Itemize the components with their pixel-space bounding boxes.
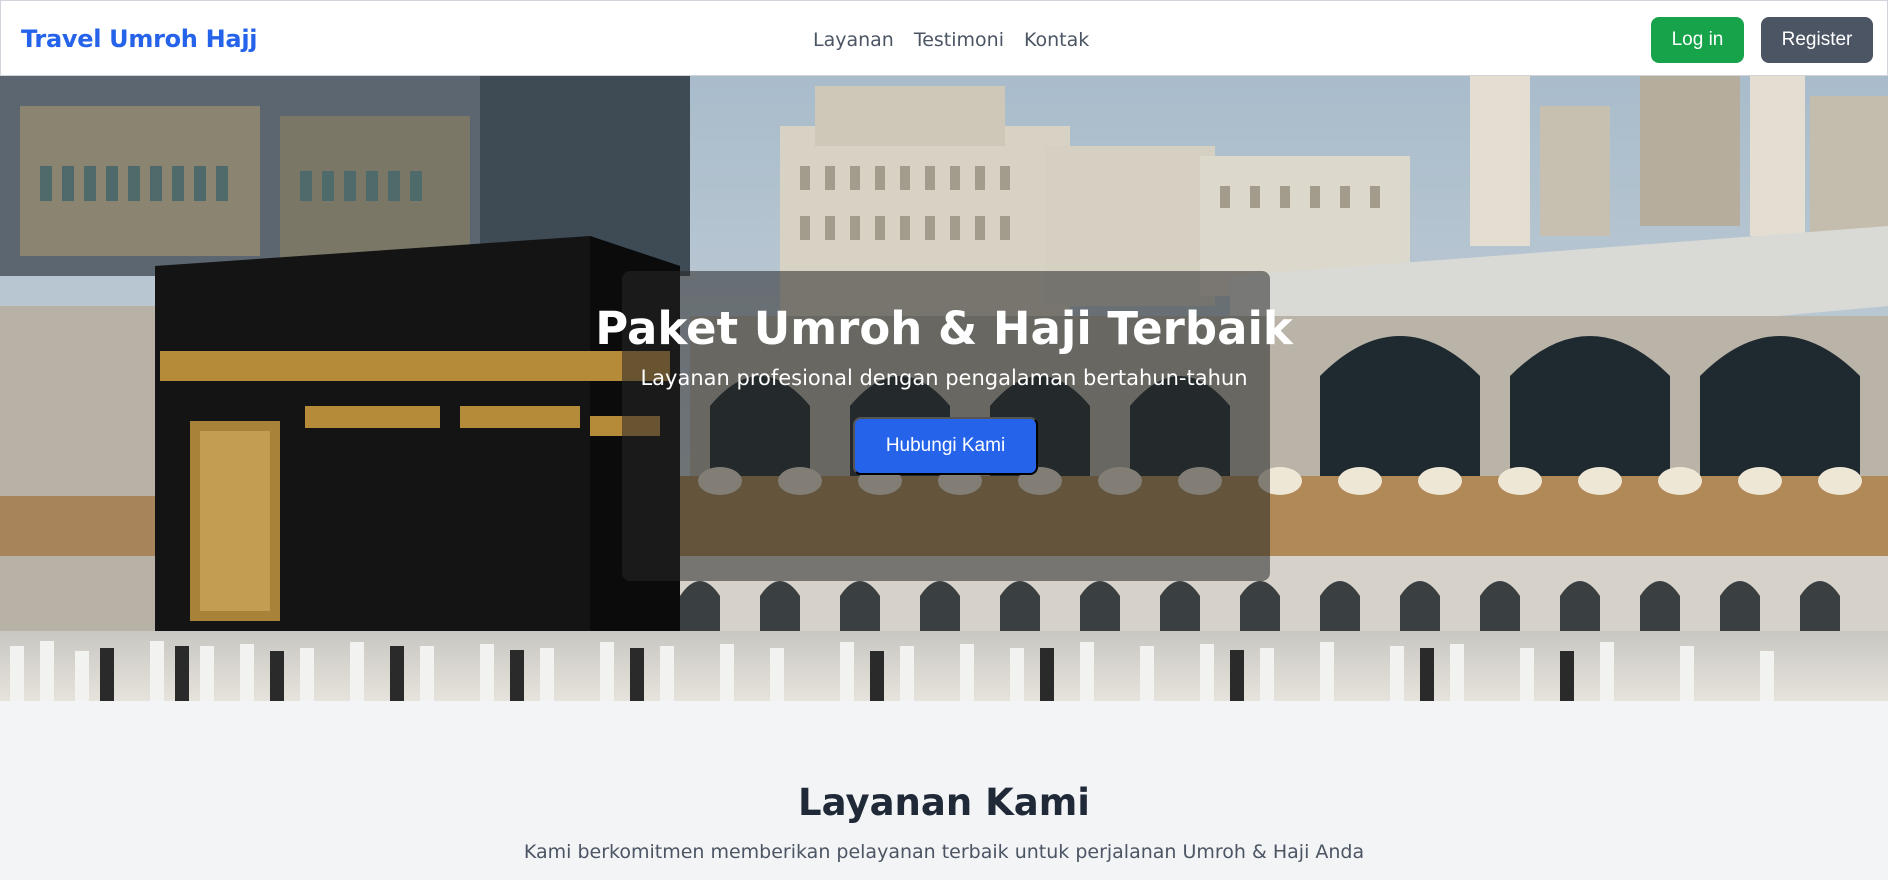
hero-subtitle: Layanan profesional dengan pengalaman be… [640,366,1248,390]
services-title: Layanan Kami [798,781,1090,824]
hero-title: Paket Umroh & Haji Terbaik [595,302,1293,355]
services-section: Layanan Kami Kami berkomitmen memberikan… [0,701,1888,880]
nav-link-layanan[interactable]: Layanan [813,29,894,51]
navbar: Travel Umroh Hajj Layanan Testimoni Kont… [0,0,1888,76]
register-button[interactable]: Register [1761,17,1873,63]
nav-link-kontak[interactable]: Kontak [1024,29,1089,51]
services-subtitle: Kami berkomitmen memberikan pelayanan te… [523,841,1365,863]
brand-logo-link[interactable]: Travel Umroh Hajj [21,25,257,53]
nav-link-testimoni[interactable]: Testimoni [914,29,1004,51]
hero-section: Paket Umroh & Haji Terbaik Layanan profe… [0,76,1888,701]
main-nav: Layanan Testimoni Kontak [813,29,1089,51]
login-button[interactable]: Log in [1651,17,1744,63]
contact-us-button[interactable]: Hubungi Kami [853,417,1038,475]
